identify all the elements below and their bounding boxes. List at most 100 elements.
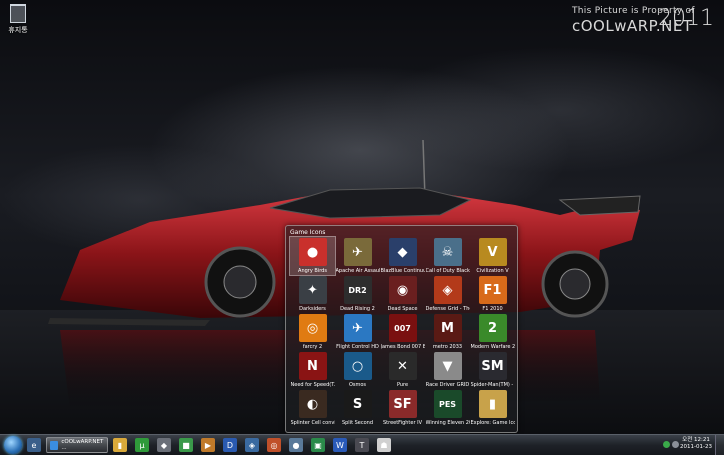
game-icon-label: Call of Duty Black ... [425, 268, 470, 274]
game-icon-item[interactable]: SM Spider-Man(TM) - ... [470, 351, 515, 389]
start-button[interactable] [4, 436, 22, 454]
game-icon: ✈ [343, 314, 372, 342]
game-icon: ▮ [478, 390, 507, 418]
game-icon-label: Need for Speed(T... [290, 382, 335, 388]
game-icon-label: Angry Birds [298, 268, 327, 274]
game-icon: 007 [388, 314, 417, 342]
desktop: 휴지통 This Picture is Property of cOOLwARP… [0, 0, 724, 434]
game-icon-label: Pure [396, 382, 409, 388]
game-icon-label: Dead Rising 2 [340, 306, 375, 312]
game-icon-item[interactable]: ✦ Darksiders [290, 275, 335, 313]
game-icon: ● [298, 238, 327, 266]
game-icon-item[interactable]: ◆ BlazBlue Continuu... [380, 237, 425, 275]
gamepad-icon[interactable]: ◆ [157, 438, 171, 452]
game-icon: ◎ [298, 314, 327, 342]
game-icon-label: Modern Warfare 2 [470, 344, 515, 350]
media-player-icon[interactable]: ▶ [201, 438, 215, 452]
game-icon-item[interactable]: Mmetro 2033 [425, 313, 470, 351]
folder-icon[interactable]: ▮ [113, 438, 127, 452]
game-icon: ▼ [433, 352, 462, 380]
clock-time: 오전 12:21 [682, 437, 710, 443]
game-icon-item[interactable]: 007 James Bond 007 Bl... [380, 313, 425, 351]
game-icons-stack-popup: Game Icons ● Angry Birds ✈ Apache Air Assau… [285, 225, 518, 433]
game-icon: N [298, 352, 327, 380]
recycle-bin-icon [10, 4, 26, 23]
game-icon-item[interactable]: ◐ Splinter Cell convic... [290, 389, 335, 427]
tray-volume-icon[interactable] [672, 441, 679, 448]
taskbar: e cOOLwARP.NET ... ▮ µ ◆ ■ ▶ D ◈ ◎ ● ▣ W T ☗ 오전 12:2… [0, 434, 724, 455]
game-icon: 2 [478, 314, 507, 342]
game-icon-label: Explore: Game Ico... [470, 420, 515, 426]
orb-app-icon[interactable]: ● [289, 438, 303, 452]
game-icon-item[interactable]: ✈ Flight Control HD [335, 313, 380, 351]
game-icon-label: Osmos [348, 382, 367, 388]
d-app-icon[interactable]: D [223, 438, 237, 452]
game-icon: ✕ [388, 352, 417, 380]
game-icon-label: Splinter Cell convic... [290, 420, 335, 426]
game-icon: SM [478, 352, 507, 380]
network-app-icon[interactable]: ◈ [245, 438, 259, 452]
game-icon: PES [433, 390, 462, 418]
show-desktop-button[interactable] [715, 435, 724, 455]
game-icon-label: Defense Grid - The... [425, 306, 470, 312]
swirl-app-icon[interactable]: ◎ [267, 438, 281, 452]
game-icon-label: StreetFighter IV [382, 420, 422, 426]
game-icon-item[interactable]: ✈ Apache Air Assault [335, 237, 380, 275]
taskbar-active-window[interactable]: cOOLwARP.NET ... [46, 437, 108, 453]
game-icon-item[interactable]: S Split Second [335, 389, 380, 427]
window-icon [50, 440, 59, 450]
clock[interactable]: 오전 12:21 2011-01-23 [680, 437, 712, 451]
game-icon-item[interactable]: ☠ Call of Duty Black ... [425, 237, 470, 275]
game-icon: ✈ [343, 238, 372, 266]
game-icon-item[interactable]: V Civilization V [470, 237, 515, 275]
game-icon-label: BlazBlue Continuu... [380, 268, 425, 274]
game-icon-item[interactable]: ◈ Defense Grid - The... [425, 275, 470, 313]
game-icon: ✦ [298, 276, 327, 304]
game-icon: V [478, 238, 507, 266]
game-icon: S [343, 390, 372, 418]
game-icon: ○ [343, 352, 372, 380]
game-icon: M [433, 314, 462, 342]
game-icon-item[interactable]: ✕ Pure [380, 351, 425, 389]
green-app-icon[interactable]: ■ [179, 438, 193, 452]
ie-icon[interactable]: e [27, 438, 41, 452]
clock-date: 2011-01-23 [680, 444, 712, 450]
game-icon-label: Flight Control HD [336, 344, 379, 350]
game-icon-item[interactable]: ◉ Dead Space [380, 275, 425, 313]
game-icon-label: Civilization V [476, 268, 509, 274]
game-icon-label: Race Driver GRID [425, 382, 470, 388]
watermark-year: 2011 [658, 6, 714, 31]
game-icon-item[interactable]: ○ Osmos [335, 351, 380, 389]
game-icon-item[interactable]: ● Angry Birds [289, 236, 336, 276]
game-icon-item[interactable]: 2 Modern Warfare 2 [470, 313, 515, 351]
monitor-app-icon[interactable]: ▣ [311, 438, 325, 452]
text-app-icon[interactable]: T [355, 438, 369, 452]
game-icon: ◐ [298, 390, 327, 418]
game-icon: ◈ [433, 276, 462, 304]
game-icon: DR2 [343, 276, 372, 304]
game-icon-label: farcry 2 [302, 344, 323, 350]
game-icon-item[interactable]: ▼ Race Driver GRID [425, 351, 470, 389]
game-icon-label: Darksiders [299, 306, 326, 312]
game-icon-item[interactable]: ◎ farcry 2 [290, 313, 335, 351]
tray-status-icon[interactable] [663, 441, 670, 448]
game-icon: ◆ [388, 238, 417, 266]
game-icon: SF [388, 390, 417, 418]
game-icon-label: Dead Space [387, 306, 418, 312]
game-icon-item[interactable]: N Need for Speed(T... [290, 351, 335, 389]
popup-title: Game Icons [290, 229, 326, 236]
game-icon-label: James Bond 007 Bl... [380, 344, 425, 350]
word-icon[interactable]: W [333, 438, 347, 452]
game-icon-item[interactable]: DR2 Dead Rising 2 [335, 275, 380, 313]
game-icon: F1 [478, 276, 507, 304]
game-icon-label: Split Second [341, 420, 374, 426]
game-icon-item[interactable]: SF StreetFighter IV [380, 389, 425, 427]
game-icon-item[interactable]: PES Winning Eleven 20... [425, 389, 470, 427]
game-icon-label: Winning Eleven 20... [425, 420, 470, 426]
torrent-icon[interactable]: µ [135, 438, 149, 452]
recycle-bin[interactable]: 휴지통 [4, 4, 32, 35]
stormtrooper-icon[interactable]: ☗ [377, 438, 391, 452]
game-icon-item[interactable]: F1 F1 2010 [470, 275, 515, 313]
game-icon-item[interactable]: ▮ Explore: Game Ico... [470, 389, 515, 427]
game-icon-label: F1 2010 [482, 306, 503, 312]
